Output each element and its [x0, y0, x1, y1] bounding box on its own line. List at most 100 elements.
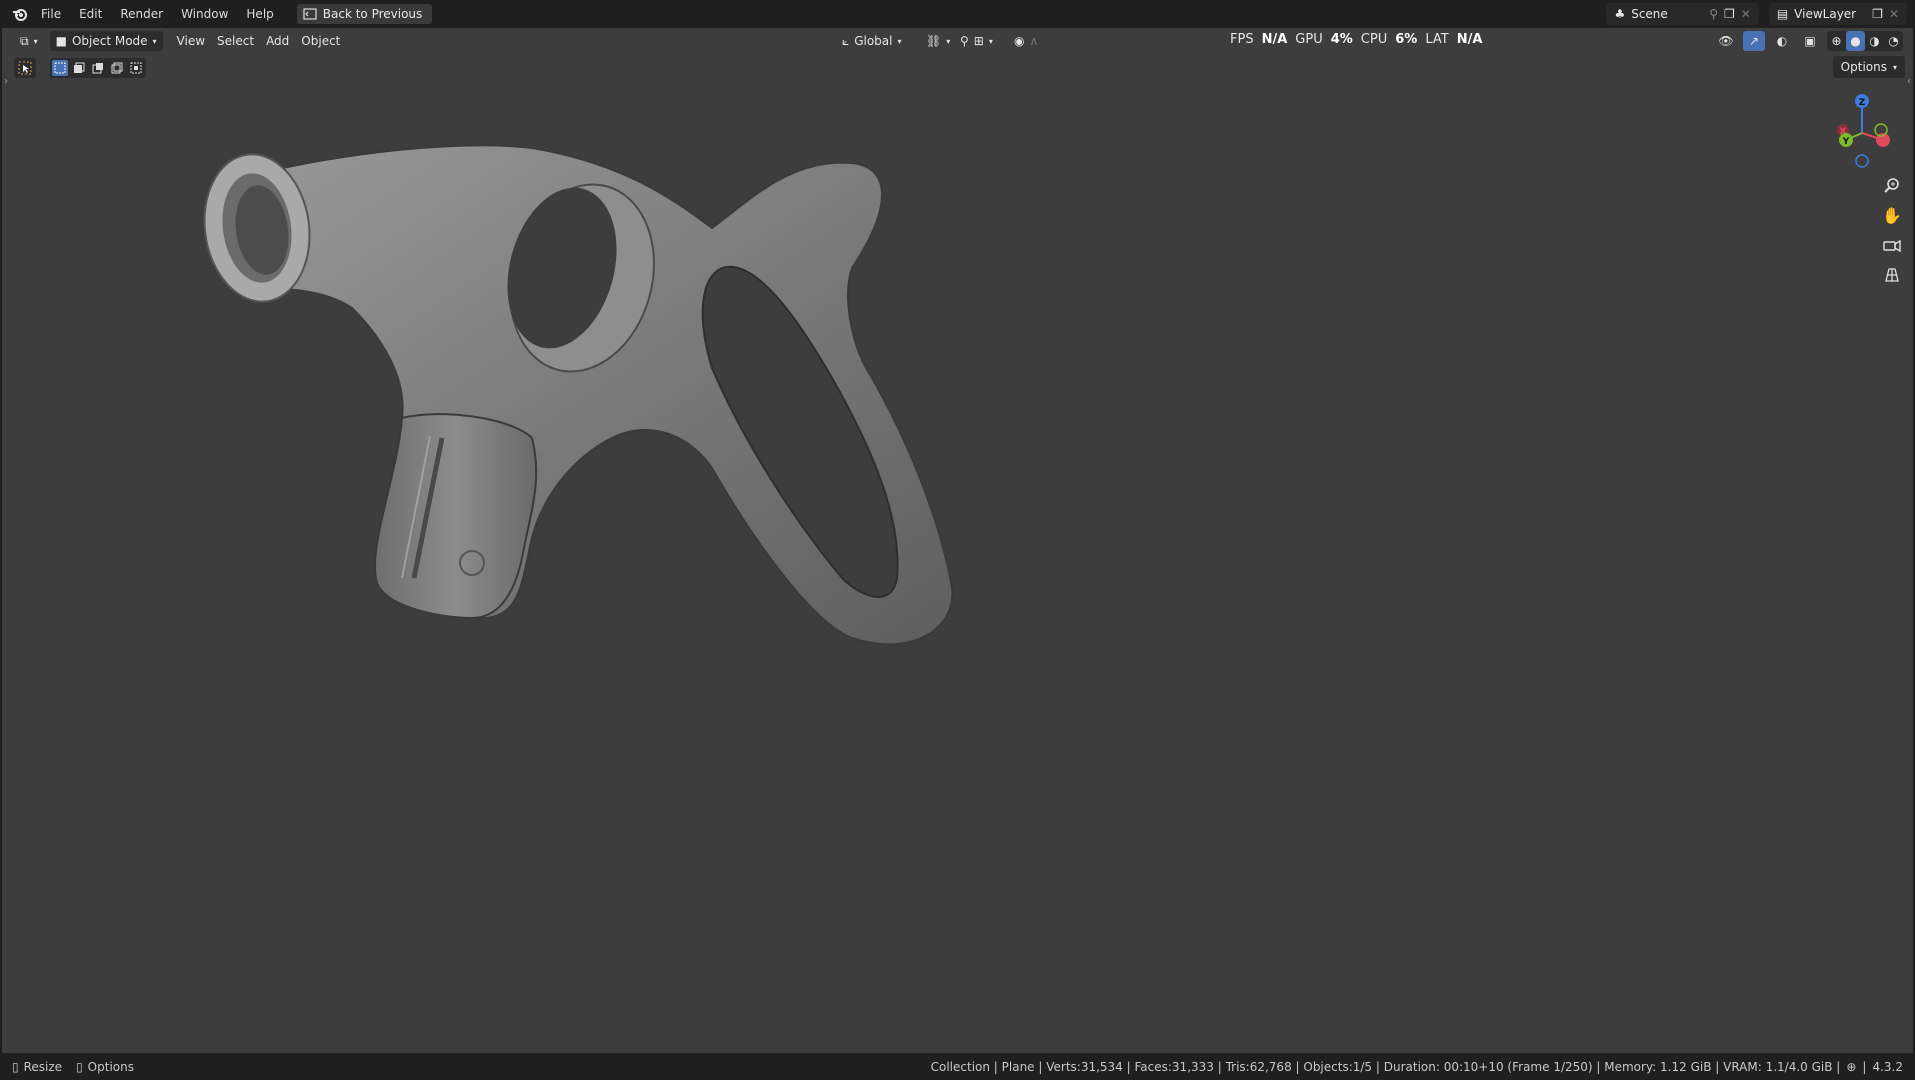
visibility-button[interactable]: 👁 — [1715, 31, 1737, 51]
tool-settings — [14, 58, 146, 78]
menu-window[interactable]: Window — [172, 0, 237, 28]
falloff-icon: ∧ — [1029, 34, 1039, 48]
snap-button[interactable]: ⚲ ⊞ ▾ — [954, 31, 999, 51]
viewlayer-selector[interactable]: ▤ ViewLayer ❐ ✕ — [1768, 3, 1907, 25]
solid-shading-icon[interactable]: ● — [1846, 31, 1865, 51]
select-new-icon[interactable] — [52, 60, 68, 76]
select-subtract-icon[interactable] — [90, 60, 106, 76]
mode-label: Object Mode — [71, 34, 148, 48]
right-panel-toggle-icon[interactable]: ‹ — [1907, 76, 1911, 87]
editor-type-button[interactable]: ⧉ ▾ — [14, 31, 44, 51]
orientation-label: Global — [854, 34, 893, 48]
scene-icon: ♣ — [1614, 7, 1626, 21]
overlays-icon: ◐ — [1776, 34, 1788, 48]
3d-viewport[interactable]: ⧉ ▾ ■ Object Mode ▾ View Select Add Objec… — [2, 28, 1913, 1053]
resize-hint: ▯ Resize — [12, 1060, 62, 1074]
left-panel-toggle-icon[interactable]: › — [4, 76, 8, 87]
back-to-previous-label: Back to Previous — [322, 7, 423, 21]
chevron-down-icon: ▾ — [33, 36, 38, 46]
axis-z-label: Z — [1859, 98, 1866, 108]
axis-y-label: Y — [1842, 137, 1850, 147]
menu-object[interactable]: Object — [295, 31, 346, 51]
gpu-value: 4% — [1330, 31, 1353, 47]
blender-version: 4.3.2 — [1872, 1059, 1903, 1074]
top-menubar: File Edit Render Window Help Back to Pre… — [0, 0, 1915, 28]
menu-help[interactable]: Help — [237, 0, 282, 28]
pin-icon[interactable]: ⚲ — [1709, 7, 1718, 21]
overlays-button[interactable]: ◐ — [1771, 31, 1793, 51]
xray-icon: ▣ — [1804, 34, 1816, 48]
navigation-gizmo[interactable]: Z X Y — [1817, 88, 1897, 168]
menu-render[interactable]: Render — [111, 0, 172, 28]
orthographic-grid-icon[interactable] — [1879, 263, 1905, 287]
options-label: Options — [1840, 60, 1887, 74]
axis-neg-z-handle[interactable] — [1855, 154, 1869, 168]
mouse-left-icon: ▯ — [12, 1059, 19, 1074]
pivot-icon: ⛓ — [926, 34, 942, 48]
eye-icon: 👁 — [1718, 34, 1734, 48]
fps-label: FPS — [1230, 31, 1254, 47]
select-intersect-icon[interactable] — [128, 60, 144, 76]
menu-view[interactable]: View — [171, 31, 211, 51]
material-shading-icon[interactable]: ◑ — [1865, 31, 1884, 51]
pivot-point-button[interactable]: ⛓ ▾ — [920, 31, 956, 51]
scene-statistics: Collection | Plane | Verts:31,534 | Face… — [930, 1059, 1841, 1074]
mode-selector[interactable]: ■ Object Mode ▾ — [49, 31, 163, 51]
menu-file[interactable]: File — [32, 0, 70, 28]
lat-label: LAT — [1425, 31, 1449, 47]
chevron-down-icon: ▾ — [152, 36, 157, 46]
select-extend-icon[interactable] — [71, 60, 87, 76]
menu-edit[interactable]: Edit — [70, 0, 111, 28]
gpu-label: GPU — [1295, 31, 1323, 47]
chevron-down-icon: ▾ — [897, 36, 902, 46]
delete-viewlayer-icon[interactable]: ✕ — [1889, 7, 1899, 21]
delete-scene-icon[interactable]: ✕ — [1741, 7, 1751, 21]
mouse-right-icon: ▯ — [76, 1059, 83, 1074]
gizmo-icon: ↗ — [1748, 34, 1760, 48]
back-to-previous-button[interactable]: Back to Previous — [296, 4, 433, 24]
viewport-header: ⧉ ▾ ■ Object Mode ▾ View Select Add Objec… — [2, 28, 1913, 54]
scene-name: Scene — [1631, 7, 1668, 21]
transform-orientation-selector[interactable]: ⟀ Global ▾ — [836, 31, 908, 51]
options-dropdown[interactable]: Options ▾ — [1832, 56, 1905, 78]
scene-selector[interactable]: ♣ Scene ⚲ ❐ ✕ — [1606, 3, 1759, 25]
viewlayer-name: ViewLayer — [1794, 7, 1857, 21]
editor-type-icon: ⧉ — [20, 33, 29, 48]
camera-view-icon[interactable] — [1879, 233, 1905, 257]
chevron-down-icon: ▾ — [946, 36, 951, 46]
resize-label: Resize — [23, 1059, 63, 1074]
new-scene-icon[interactable]: ❐ — [1724, 7, 1735, 21]
options-hint: ▯ Options — [76, 1060, 134, 1074]
blender-logo-icon[interactable] — [8, 0, 32, 28]
version-separator: | — [1862, 1059, 1867, 1074]
fps-value: N/A — [1261, 31, 1288, 47]
proportional-editing-button[interactable]: ◉ ∧ — [1008, 31, 1044, 51]
xray-button[interactable]: ▣ — [1799, 31, 1821, 51]
select-tool-button[interactable] — [14, 58, 36, 78]
zoom-icon[interactable] — [1879, 173, 1905, 197]
snap-icon: ⚲ — [960, 34, 969, 48]
options-hint-label: Options — [87, 1059, 134, 1074]
object-mode-icon: ■ — [55, 34, 67, 48]
proportional-icon: ◉ — [1014, 34, 1025, 48]
shading-modes: ⊕ ● ◑ ◔ — [1827, 31, 1903, 51]
menu-select[interactable]: Select — [211, 31, 260, 51]
gizmo-toggle-button[interactable]: ↗ — [1743, 31, 1765, 51]
wireframe-shading-icon[interactable]: ⊕ — [1827, 31, 1846, 51]
cpu-value: 6% — [1395, 31, 1418, 47]
cpu-label: CPU — [1360, 31, 1388, 47]
selection-modes — [50, 58, 146, 78]
3d-model-handle[interactable] — [152, 118, 1152, 798]
rendered-shading-icon[interactable]: ◔ — [1884, 31, 1903, 51]
select-difference-icon[interactable] — [109, 60, 125, 76]
navigation-tools: ✋ — [1879, 173, 1905, 287]
cursor-select-icon — [18, 61, 32, 75]
pan-hand-icon[interactable]: ✋ — [1879, 203, 1905, 227]
menu-add[interactable]: Add — [260, 31, 295, 51]
status-bar: ▯ Resize ▯ Options Collection | Plane | Ve… — [0, 1053, 1915, 1080]
new-viewlayer-icon[interactable]: ❐ — [1872, 7, 1883, 21]
back-icon — [303, 8, 317, 20]
performance-overlay: FPS N/A GPU 4% CPU 6% LAT N/A — [1230, 28, 1482, 50]
orientation-icon: ⟀ — [842, 33, 850, 48]
viewlayer-icon: ▤ — [1776, 7, 1789, 21]
